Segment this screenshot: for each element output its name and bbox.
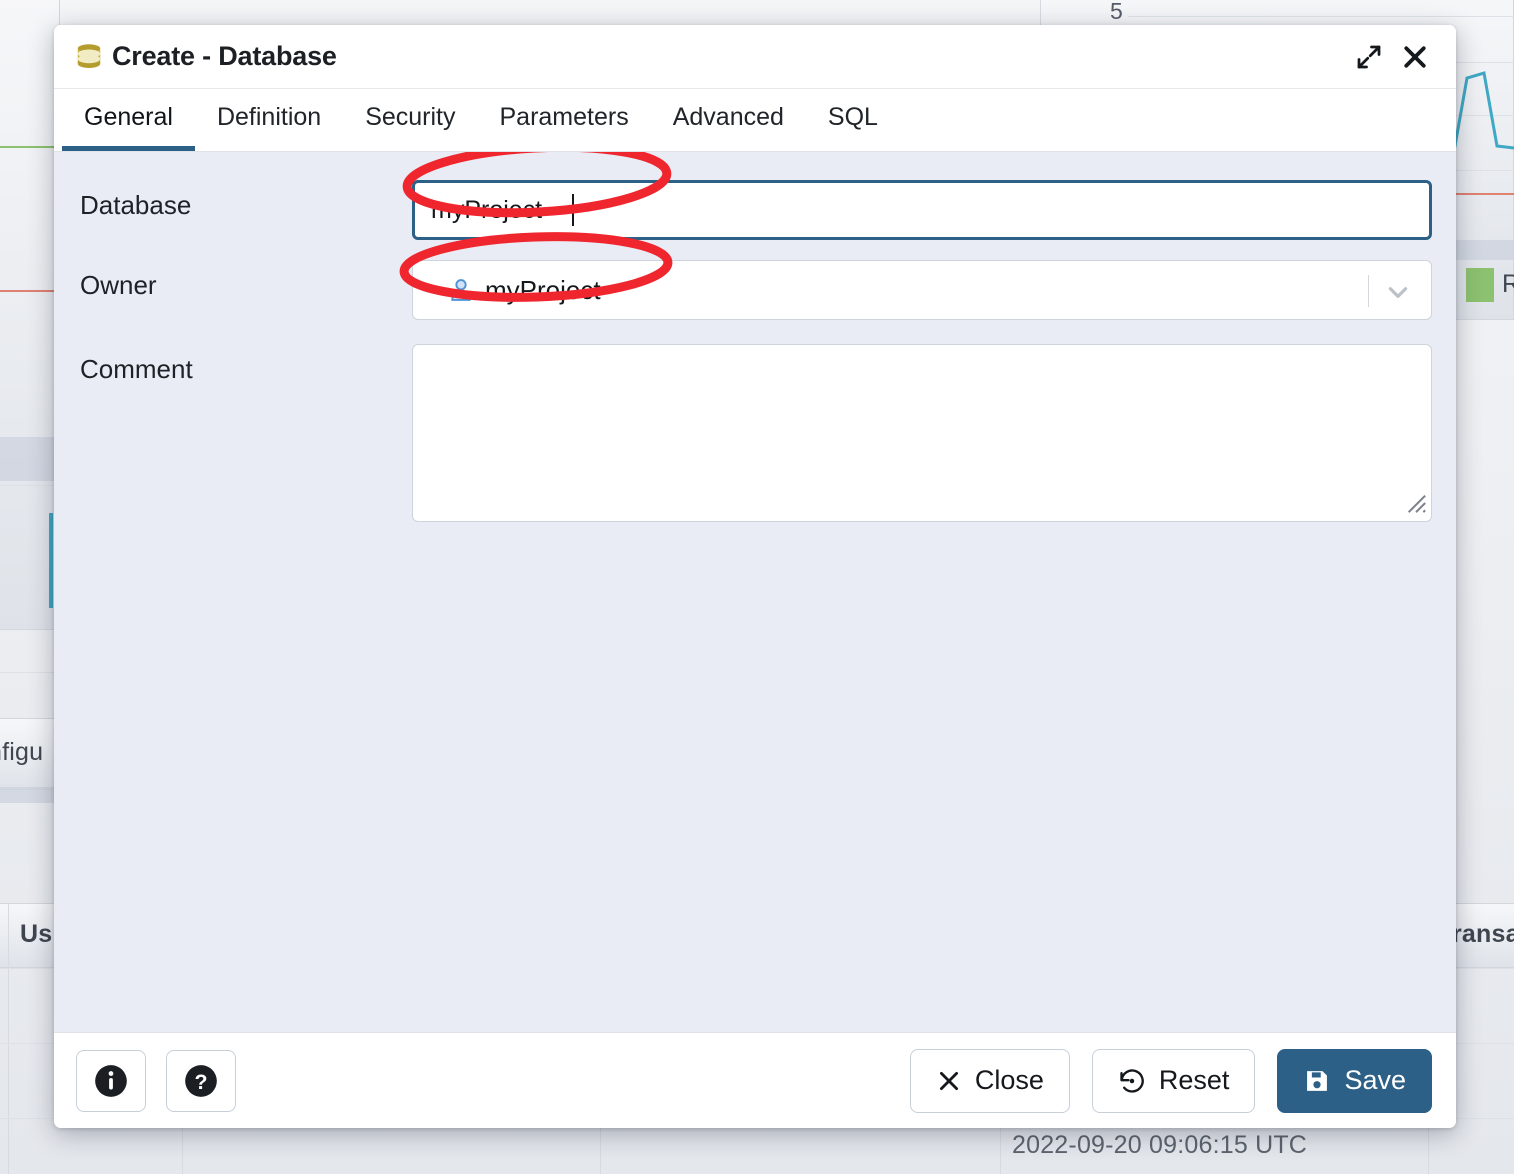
select-separator bbox=[1368, 275, 1369, 307]
background-axis-label: 5 bbox=[1110, 0, 1123, 25]
background-gridline bbox=[1455, 316, 1514, 317]
background-chart-line-red-right bbox=[1455, 193, 1514, 195]
dialog-title: Create - Database bbox=[112, 41, 337, 72]
dialog-tabs: General Definition Security Parameters A… bbox=[54, 89, 1456, 152]
background-chart-line-red bbox=[0, 290, 60, 292]
background-legend-swatch bbox=[1466, 268, 1494, 302]
general-tab-panel: Database Owner myProject bbox=[54, 152, 1456, 1032]
svg-text:?: ? bbox=[194, 1070, 207, 1094]
background-chart-spark-line bbox=[1452, 68, 1514, 178]
dialog-footer: ? Close Reset Save bbox=[54, 1032, 1456, 1128]
background-legend-label: R bbox=[1502, 270, 1514, 299]
reset-icon bbox=[1118, 1067, 1146, 1095]
maximize-icon bbox=[1354, 42, 1384, 72]
database-input[interactable] bbox=[412, 180, 1432, 240]
tab-parameters[interactable]: Parameters bbox=[478, 89, 651, 151]
database-label: Database bbox=[80, 180, 412, 221]
background-config-band bbox=[0, 787, 60, 803]
create-database-dialog: Create - Database General Definition Sec… bbox=[54, 25, 1456, 1128]
save-floppy-icon bbox=[1303, 1067, 1331, 1095]
database-field-row: Database bbox=[54, 180, 1456, 240]
save-button-label: Save bbox=[1344, 1065, 1406, 1096]
info-button[interactable] bbox=[76, 1050, 146, 1112]
background-chart-teal-bar bbox=[49, 513, 53, 608]
maximize-button[interactable] bbox=[1346, 34, 1392, 80]
help-button[interactable]: ? bbox=[166, 1050, 236, 1112]
background-transactions-column-header: ransa bbox=[1452, 920, 1514, 949]
user-icon bbox=[447, 276, 475, 304]
comment-textarea[interactable] bbox=[412, 344, 1432, 522]
background-config-text: nfigu bbox=[0, 738, 43, 767]
comment-field-wrap bbox=[412, 344, 1432, 522]
background-timestamp: 2022-09-20 09:06:15 UTC bbox=[1012, 1131, 1307, 1160]
background-users-column-header: Us bbox=[20, 920, 52, 949]
background-chart-line-green bbox=[0, 146, 60, 148]
background-gridline bbox=[0, 485, 60, 486]
owner-field-row: Owner myProject bbox=[54, 260, 1456, 320]
close-dialog-button[interactable] bbox=[1392, 34, 1438, 80]
background-gridline bbox=[0, 672, 60, 673]
help-icon: ? bbox=[182, 1062, 220, 1100]
close-icon bbox=[1400, 42, 1430, 72]
reset-button[interactable]: Reset bbox=[1092, 1049, 1256, 1113]
info-icon bbox=[92, 1062, 130, 1100]
owner-select[interactable]: myProject bbox=[412, 260, 1432, 320]
save-button[interactable]: Save bbox=[1277, 1049, 1432, 1113]
background-table-col-divider bbox=[8, 903, 9, 1174]
reset-button-label: Reset bbox=[1159, 1065, 1230, 1096]
tab-advanced[interactable]: Advanced bbox=[651, 89, 806, 151]
database-field-wrap bbox=[412, 180, 1432, 240]
background-gridline bbox=[1128, 16, 1514, 17]
tab-security[interactable]: Security bbox=[343, 89, 477, 151]
tab-general[interactable]: General bbox=[62, 89, 195, 151]
tab-sql[interactable]: SQL bbox=[806, 89, 900, 151]
owner-label: Owner bbox=[80, 260, 412, 301]
background-chart-band bbox=[0, 437, 60, 481]
background-gridline bbox=[1455, 62, 1514, 63]
background-gridline bbox=[0, 625, 60, 626]
database-icon bbox=[74, 42, 104, 72]
chevron-down-icon[interactable] bbox=[1383, 279, 1413, 305]
owner-field-wrap: myProject bbox=[412, 260, 1432, 320]
dialog-titlebar: Create - Database bbox=[54, 25, 1456, 89]
background-chart-band-right bbox=[1455, 240, 1514, 260]
comment-field-row: Comment bbox=[54, 344, 1456, 522]
owner-value: myProject bbox=[485, 275, 601, 306]
background-panel-edge bbox=[1040, 0, 1041, 26]
close-button[interactable]: Close bbox=[910, 1049, 1070, 1113]
comment-label: Comment bbox=[80, 344, 412, 385]
text-caret bbox=[572, 194, 574, 226]
tab-definition[interactable]: Definition bbox=[195, 89, 343, 151]
close-x-icon bbox=[936, 1068, 962, 1094]
close-button-label: Close bbox=[975, 1065, 1044, 1096]
